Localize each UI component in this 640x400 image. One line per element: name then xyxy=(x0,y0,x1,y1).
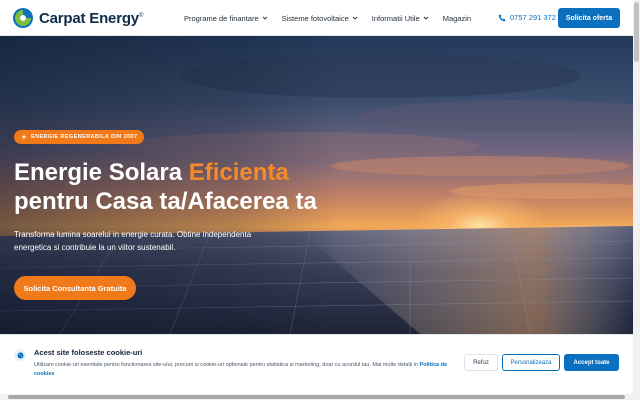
nav-magazin[interactable]: Magazin xyxy=(443,14,471,23)
logo-icon xyxy=(13,8,33,28)
hero-section: ENERGIE REGENERABILA DIN 2007 Energie So… xyxy=(0,36,633,334)
nav-label: Magazin xyxy=(442,13,472,23)
cookie-icon xyxy=(17,352,23,358)
brand-logo[interactable]: Carpat Energy® xyxy=(12,7,143,29)
nav-informatii-utile[interactable]: Informatii Utile xyxy=(372,14,429,23)
hero-subtitle-line2: energetica si contribuie la un viitor su… xyxy=(14,243,176,252)
accept-all-cookies-button[interactable]: Accept toate xyxy=(564,354,619,371)
nav-label: Sisteme fotovoltaice xyxy=(281,13,349,23)
cookie-description: Utilizam cookie-uri esentiale pentru fun… xyxy=(34,361,459,379)
cookie-icon-wrapper xyxy=(14,349,26,361)
refuse-cookies-button[interactable]: Refuz xyxy=(464,354,498,371)
customize-cookies-button[interactable]: Personalizeaza xyxy=(502,354,560,371)
sparkle-icon xyxy=(21,134,27,140)
cookie-title: Acest site foloseste cookie-uri xyxy=(34,348,143,357)
horizontal-scrollbar-thumb[interactable] xyxy=(8,395,625,399)
nav-sisteme-fotovoltaice[interactable]: Sisteme fotovoltaice xyxy=(282,14,358,23)
chevron-down-icon xyxy=(352,16,358,20)
hero-subtitle: Transforma lumina soarelui in energie cu… xyxy=(14,228,274,254)
free-consultation-button[interactable]: Solicita Consultanta Gratuita xyxy=(14,276,136,300)
cookie-banner: Acest site foloseste cookie-uri Utilizam… xyxy=(0,334,633,394)
phone-number: 0757 291 372 xyxy=(510,13,556,22)
chevron-down-icon xyxy=(262,16,267,20)
vertical-scrollbar[interactable] xyxy=(633,0,640,400)
hero-subtitle-line1: Transforma lumina soarelui in energie cu… xyxy=(14,230,252,239)
cookie-text: Utilizam cookie-uri esentiale pentru fun… xyxy=(34,362,418,368)
chevron-down-icon xyxy=(423,16,429,20)
main-nav: Programe de finantare Sisteme fotovoltai… xyxy=(184,0,485,36)
site-header: Carpat Energy® Programe de finantare Sis… xyxy=(0,0,633,36)
horizontal-scrollbar[interactable] xyxy=(0,394,633,400)
hero-title-part1: Energie Solara xyxy=(14,159,189,186)
vertical-scrollbar-thumb[interactable] xyxy=(634,2,639,62)
nav-programe-de-finantare[interactable]: Programe de finantare xyxy=(184,14,268,23)
badge-label: ENERGIE REGENERABILA DIN 2007 xyxy=(31,134,138,140)
nav-label: Informatii Utile xyxy=(371,13,420,23)
nav-label: Programe de finantare xyxy=(184,13,259,23)
phone-icon xyxy=(498,14,506,21)
phone-link[interactable]: 0757 291 372 xyxy=(498,13,556,22)
hero-title: Energie Solara Eficienta pentru Casa ta/… xyxy=(14,158,317,216)
renewable-badge: ENERGIE REGENERABILA DIN 2007 xyxy=(14,130,145,144)
brand-name: Carpat Energy® xyxy=(39,9,144,27)
hero-title-accent: Eficienta xyxy=(188,159,289,186)
request-offer-button[interactable]: Solicita oferta xyxy=(558,8,620,28)
hero-title-line2: pentru Casa ta/Afacerea ta xyxy=(14,188,317,215)
